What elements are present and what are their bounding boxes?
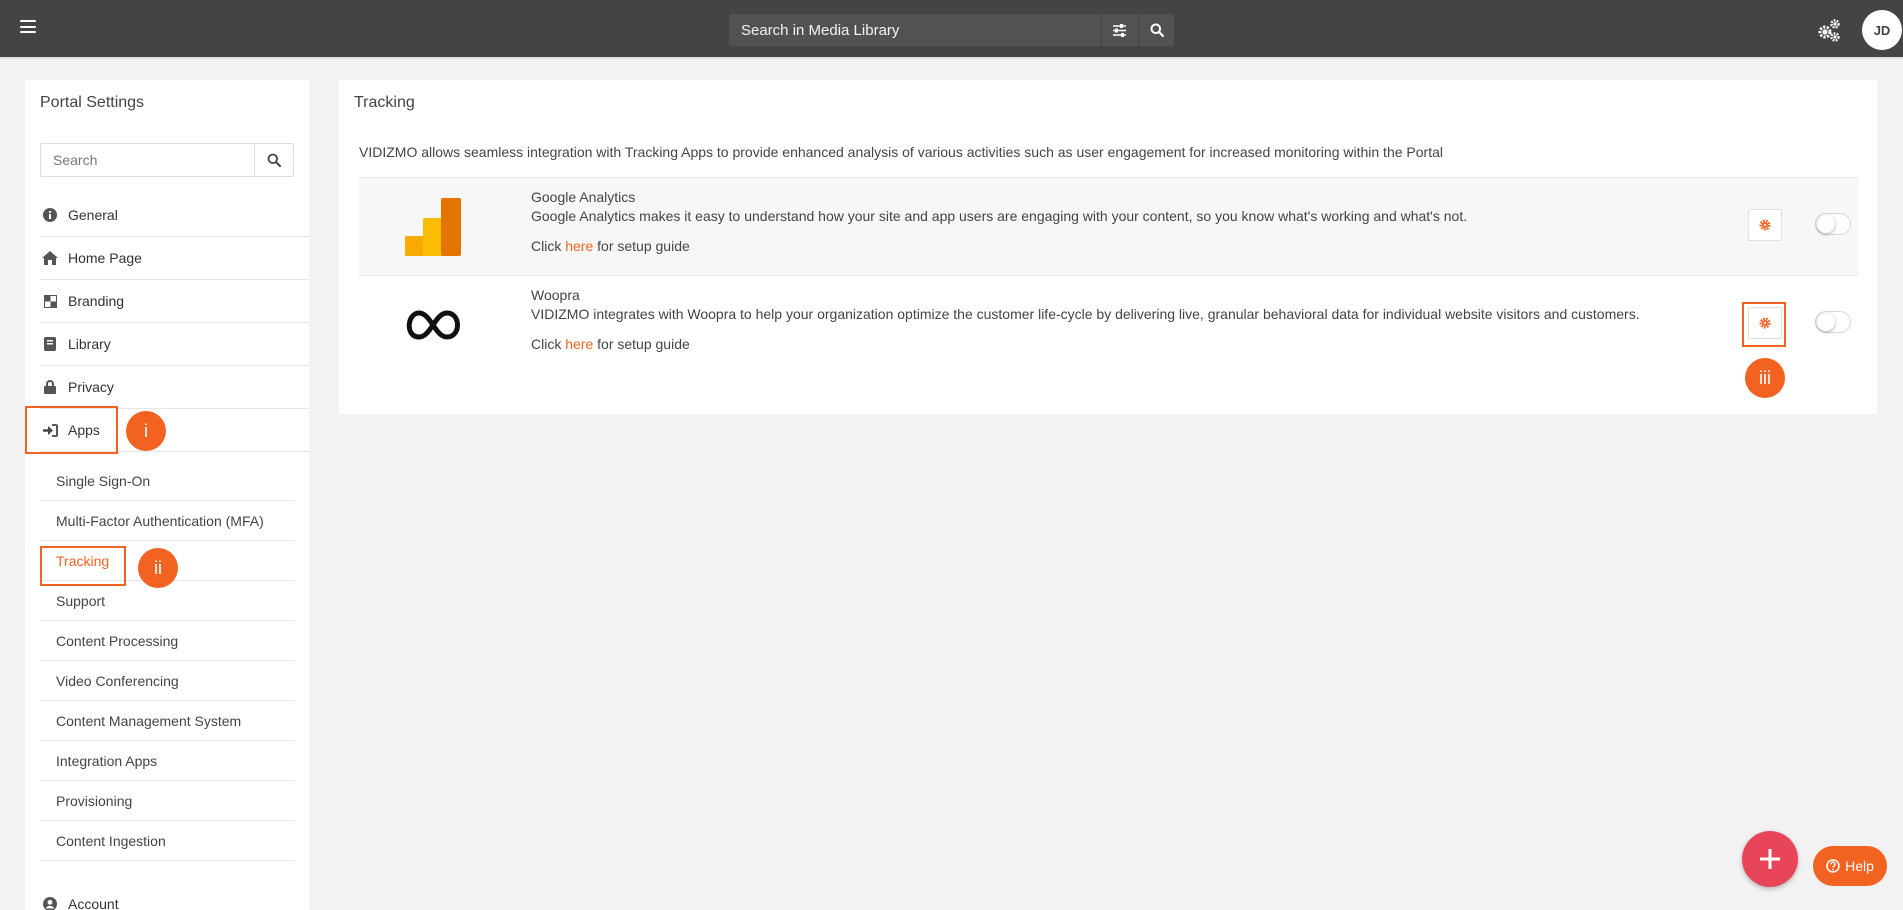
- branding-icon: [40, 293, 60, 309]
- sidebar-item-label: Library: [68, 336, 111, 352]
- annotation-badge-1: i: [126, 411, 166, 451]
- sidebar-item-privacy[interactable]: Privacy: [40, 366, 309, 409]
- sidebar-item-account[interactable]: Account: [40, 882, 309, 910]
- sidebar-item-label: Account: [68, 895, 119, 910]
- sidebar-subitem-label: Support: [56, 592, 106, 609]
- google-analytics-settings-button[interactable]: [1748, 209, 1782, 241]
- sliders-icon: [1113, 23, 1126, 37]
- highlight-woopra-settings: [1742, 302, 1786, 347]
- sidebar-subitem-content-management-system[interactable]: Content Management System: [40, 701, 294, 741]
- page-title: Tracking: [354, 94, 415, 111]
- sidebar-search-input[interactable]: [41, 144, 255, 176]
- sidebar-subitem-integration-apps[interactable]: Integration Apps: [40, 741, 294, 781]
- sidebar-subitem-provisioning[interactable]: Provisioning: [40, 781, 294, 821]
- user-avatar[interactable]: JD: [1862, 10, 1902, 50]
- sidebar-subitem-label: Provisioning: [56, 792, 133, 809]
- settings-gears-icon[interactable]: [1816, 17, 1842, 43]
- help-button[interactable]: Help: [1813, 846, 1887, 886]
- sidebar-subitem-label: Content Management System: [56, 712, 242, 729]
- sidebar-subitem-support[interactable]: Support: [40, 581, 294, 621]
- setup-guide-link[interactable]: here: [565, 336, 593, 352]
- sidebar-item-label: Home Page: [68, 250, 142, 266]
- app-name: Woopra: [531, 287, 580, 303]
- sidebar-subitem-label: Video Conferencing: [56, 672, 179, 689]
- guide-prefix: Click: [531, 238, 566, 254]
- tracking-panel: Tracking VIDIZMO allows seamless integra…: [339, 80, 1877, 414]
- woopra-toggle[interactable]: [1815, 311, 1851, 333]
- app-row-google-analytics: Google Analytics Google Analytics makes …: [359, 177, 1858, 275]
- sidebar-item-general[interactable]: General: [40, 194, 309, 237]
- sidebar-subitem-label: Content Processing: [56, 632, 179, 649]
- media-library-search-input[interactable]: [729, 14, 1101, 46]
- help-label: Help: [1845, 858, 1874, 874]
- question-circle-icon: [1826, 859, 1840, 873]
- app-setup-guide-text: Click here for setup guide: [531, 238, 690, 254]
- settings-sidebar: Portal Settings General Home Page Brandi…: [25, 80, 309, 910]
- add-button[interactable]: [1742, 831, 1798, 887]
- app-description: Google Analytics makes it easy to unders…: [531, 208, 1468, 224]
- app-row-woopra: Woopra VIDIZMO integrates with Woopra to…: [359, 275, 1858, 373]
- highlight-tracking: [40, 546, 126, 586]
- sidebar-subitem-mfa[interactable]: Multi-Factor Authentication (MFA): [40, 501, 294, 541]
- book-icon: [40, 336, 60, 352]
- sidebar-title: Portal Settings: [40, 94, 145, 111]
- sidebar-search: [40, 143, 294, 177]
- hamburger-menu-icon[interactable]: [20, 20, 36, 34]
- guide-prefix: Click: [531, 336, 566, 352]
- google-analytics-logo-icon: [399, 196, 467, 258]
- gear-icon: [1759, 219, 1771, 231]
- tracking-intro-text: VIDIZMO allows seamless integration with…: [359, 144, 1443, 160]
- search-icon: [1150, 23, 1164, 37]
- search-button[interactable]: [1138, 14, 1174, 46]
- media-library-search: [729, 14, 1174, 46]
- sidebar-subitem-label: Integration Apps: [56, 752, 158, 769]
- search-filter-button[interactable]: [1101, 14, 1137, 46]
- sidebar-subitem-content-ingestion[interactable]: Content Ingestion: [40, 821, 294, 861]
- sidebar-subitem-label: Single Sign-On: [56, 472, 151, 489]
- annotation-badge-3: iii: [1745, 358, 1785, 398]
- sidebar-subitem-label: Multi-Factor Authentication (MFA): [56, 512, 264, 529]
- sidebar-subitem-content-processing[interactable]: Content Processing: [40, 621, 294, 661]
- sidebar-subitem-video-conferencing[interactable]: Video Conferencing: [40, 661, 294, 701]
- sidebar-item-home-page[interactable]: Home Page: [40, 237, 309, 280]
- sidebar-search-button[interactable]: [255, 144, 293, 176]
- search-icon: [267, 153, 281, 167]
- plus-icon: [1760, 849, 1780, 869]
- info-circle-icon: [40, 207, 60, 223]
- guide-suffix: for setup guide: [593, 238, 690, 254]
- sidebar-subitem-label: Content Ingestion: [56, 832, 166, 849]
- highlight-apps: [25, 406, 118, 454]
- woopra-logo-icon: [399, 294, 467, 356]
- guide-suffix: for setup guide: [593, 336, 690, 352]
- top-bar: JD: [0, 0, 1903, 59]
- sidebar-item-label: General: [68, 207, 118, 223]
- setup-guide-link[interactable]: here: [565, 238, 593, 254]
- sidebar-item-label: Privacy: [68, 379, 114, 395]
- app-description: VIDIZMO integrates with Woopra to help y…: [531, 306, 1640, 322]
- lock-icon: [40, 379, 60, 395]
- sidebar-item-branding[interactable]: Branding: [40, 280, 309, 323]
- app-name: Google Analytics: [531, 189, 636, 205]
- google-analytics-toggle[interactable]: [1815, 213, 1851, 235]
- sidebar-subitem-single-sign-on[interactable]: Single Sign-On: [40, 461, 294, 501]
- sidebar-item-library[interactable]: Library: [40, 323, 309, 366]
- annotation-badge-2: ii: [138, 548, 178, 588]
- app-setup-guide-text: Click here for setup guide: [531, 336, 690, 352]
- user-circle-icon: [40, 896, 60, 910]
- home-icon: [40, 250, 60, 266]
- sidebar-item-label: Branding: [68, 293, 125, 309]
